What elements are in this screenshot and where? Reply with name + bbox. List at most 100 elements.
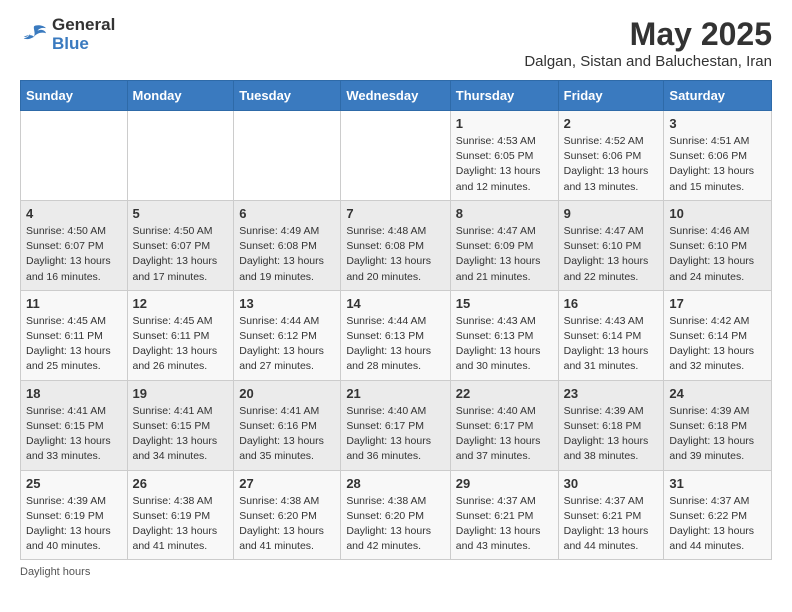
- calendar-cell: 7 Sunrise: 4:48 AM Sunset: 6:08 PM Daylig…: [341, 200, 450, 290]
- calendar-cell: 14Sunrise: 4:44 AM Sunset: 6:13 PM Dayli…: [341, 290, 450, 380]
- day-info: Sunrise: 4:39 AM Sunset: 6:18 PM Dayligh…: [564, 404, 659, 465]
- calendar-cell: 20 Sunrise: 4:41 AM Sunset: 6:16 PM Dayli…: [234, 380, 341, 470]
- day-number: 18: [26, 386, 122, 401]
- calendar-table: Sunday Monday Tuesday Wednesday Thursday…: [20, 80, 772, 560]
- day-number: 30: [564, 476, 659, 491]
- calendar-cell: 31 Sunrise: 4:37 AM Sunset: 6:22 PM Dayli…: [664, 470, 772, 560]
- day-info: Sunrise: 4:43 AM Sunset: 6:14 PM Dayligh…: [564, 314, 659, 375]
- calendar-cell: 17Sunrise: 4:42 AM Sunset: 6:14 PM Dayli…: [664, 290, 772, 380]
- footer-note: Daylight hours: [20, 566, 772, 578]
- day-info: Sunrise: 4:52 AM Sunset: 6:06 PM Dayligh…: [564, 134, 659, 195]
- day-number: 29: [456, 476, 553, 491]
- calendar-cell: 8 Sunrise: 4:47 AM Sunset: 6:09 PM Daylig…: [450, 200, 558, 290]
- calendar-cell: 3Sunrise: 4:51 AM Sunset: 6:06 PM Daylig…: [664, 111, 772, 201]
- day-number: 24: [669, 386, 766, 401]
- calendar-cell: [127, 111, 234, 201]
- calendar-week-row: 25Sunrise: 4:39 AM Sunset: 6:19 PM Dayli…: [21, 470, 772, 560]
- calendar-week-row: 1 Sunrise: 4:53 AM Sunset: 6:05 PM Daylig…: [21, 111, 772, 201]
- day-number: 12: [133, 296, 229, 311]
- calendar-cell: [21, 111, 128, 201]
- calendar-cell: 2 Sunrise: 4:52 AM Sunset: 6:06 PM Daylig…: [558, 111, 664, 201]
- header-tuesday: Tuesday: [234, 81, 341, 111]
- calendar-week-row: 4 Sunrise: 4:50 AM Sunset: 6:07 PM Daylig…: [21, 200, 772, 290]
- day-number: 31: [669, 476, 766, 491]
- day-info: Sunrise: 4:47 AM Sunset: 6:10 PM Dayligh…: [564, 224, 659, 285]
- day-info: Sunrise: 4:41 AM Sunset: 6:15 PM Dayligh…: [26, 404, 122, 465]
- day-info: Sunrise: 4:44 AM Sunset: 6:12 PM Dayligh…: [239, 314, 335, 375]
- day-number: 19: [133, 386, 229, 401]
- calendar-week-row: 18 Sunrise: 4:41 AM Sunset: 6:15 PM Dayli…: [21, 380, 772, 470]
- day-number: 26: [133, 476, 229, 491]
- day-info: Sunrise: 4:42 AM Sunset: 6:14 PM Dayligh…: [669, 314, 766, 375]
- day-info: Sunrise: 4:40 AM Sunset: 6:17 PM Dayligh…: [456, 404, 553, 465]
- calendar-cell: 6Sunrise: 4:49 AM Sunset: 6:08 PM Daylig…: [234, 200, 341, 290]
- day-number: 8: [456, 206, 553, 221]
- calendar-cell: 13 Sunrise: 4:44 AM Sunset: 6:12 PM Dayli…: [234, 290, 341, 380]
- calendar-cell: 22 Sunrise: 4:40 AM Sunset: 6:17 PM Dayli…: [450, 380, 558, 470]
- logo: General Blue: [20, 16, 115, 53]
- calendar-header-row: Sunday Monday Tuesday Wednesday Thursday…: [21, 81, 772, 111]
- header-monday: Monday: [127, 81, 234, 111]
- day-number: 4: [26, 206, 122, 221]
- day-info: Sunrise: 4:45 AM Sunset: 6:11 PM Dayligh…: [133, 314, 229, 375]
- day-number: 23: [564, 386, 659, 401]
- header-thursday: Thursday: [450, 81, 558, 111]
- day-info: Sunrise: 4:40 AM Sunset: 6:17 PM Dayligh…: [346, 404, 444, 465]
- day-info: Sunrise: 4:50 AM Sunset: 6:07 PM Dayligh…: [133, 224, 229, 285]
- day-info: Sunrise: 4:38 AM Sunset: 6:19 PM Dayligh…: [133, 494, 229, 555]
- logo-icon: [20, 23, 48, 47]
- day-number: 1: [456, 116, 553, 131]
- calendar-cell: 5 Sunrise: 4:50 AM Sunset: 6:07 PM Daylig…: [127, 200, 234, 290]
- day-number: 7: [346, 206, 444, 221]
- day-number: 6: [239, 206, 335, 221]
- calendar-cell: 28 Sunrise: 4:38 AM Sunset: 6:20 PM Dayli…: [341, 470, 450, 560]
- month-year-title: May 2025: [524, 16, 772, 53]
- calendar-cell: 24Sunrise: 4:39 AM Sunset: 6:18 PM Dayli…: [664, 380, 772, 470]
- day-number: 28: [346, 476, 444, 491]
- day-info: Sunrise: 4:46 AM Sunset: 6:10 PM Dayligh…: [669, 224, 766, 285]
- calendar-cell: 18 Sunrise: 4:41 AM Sunset: 6:15 PM Dayli…: [21, 380, 128, 470]
- day-number: 22: [456, 386, 553, 401]
- logo-text-line2: Blue: [52, 35, 115, 54]
- day-info: Sunrise: 4:53 AM Sunset: 6:05 PM Dayligh…: [456, 134, 553, 195]
- calendar-cell: 30 Sunrise: 4:37 AM Sunset: 6:21 PM Dayli…: [558, 470, 664, 560]
- calendar-cell: 23 Sunrise: 4:39 AM Sunset: 6:18 PM Dayli…: [558, 380, 664, 470]
- calendar-cell: [341, 111, 450, 201]
- day-number: 2: [564, 116, 659, 131]
- day-info: Sunrise: 4:37 AM Sunset: 6:22 PM Dayligh…: [669, 494, 766, 555]
- day-number: 5: [133, 206, 229, 221]
- day-number: 16: [564, 296, 659, 311]
- day-info: Sunrise: 4:38 AM Sunset: 6:20 PM Dayligh…: [346, 494, 444, 555]
- day-info: Sunrise: 4:41 AM Sunset: 6:16 PM Dayligh…: [239, 404, 335, 465]
- calendar-cell: 27 Sunrise: 4:38 AM Sunset: 6:20 PM Dayli…: [234, 470, 341, 560]
- calendar-cell: 11 Sunrise: 4:45 AM Sunset: 6:11 PM Dayli…: [21, 290, 128, 380]
- day-number: 11: [26, 296, 122, 311]
- calendar-cell: 4Sunrise: 4:50 AM Sunset: 6:07 PM Daylig…: [21, 200, 128, 290]
- location-subtitle: Dalgan, Sistan and Baluchestan, Iran: [524, 53, 772, 70]
- day-info: Sunrise: 4:44 AM Sunset: 6:13 PM Dayligh…: [346, 314, 444, 375]
- header-friday: Friday: [558, 81, 664, 111]
- header-wednesday: Wednesday: [341, 81, 450, 111]
- day-number: 27: [239, 476, 335, 491]
- day-info: Sunrise: 4:38 AM Sunset: 6:20 PM Dayligh…: [239, 494, 335, 555]
- day-number: 9: [564, 206, 659, 221]
- day-info: Sunrise: 4:47 AM Sunset: 6:09 PM Dayligh…: [456, 224, 553, 285]
- day-number: 15: [456, 296, 553, 311]
- day-info: Sunrise: 4:41 AM Sunset: 6:15 PM Dayligh…: [133, 404, 229, 465]
- day-info: Sunrise: 4:51 AM Sunset: 6:06 PM Dayligh…: [669, 134, 766, 195]
- calendar-cell: 9 Sunrise: 4:47 AM Sunset: 6:10 PM Daylig…: [558, 200, 664, 290]
- page-header: General Blue May 2025 Dalgan, Sistan and…: [20, 16, 772, 70]
- day-info: Sunrise: 4:45 AM Sunset: 6:11 PM Dayligh…: [26, 314, 122, 375]
- calendar-cell: 29Sunrise: 4:37 AM Sunset: 6:21 PM Dayli…: [450, 470, 558, 560]
- title-area: May 2025 Dalgan, Sistan and Baluchestan,…: [524, 16, 772, 70]
- day-number: 13: [239, 296, 335, 311]
- day-info: Sunrise: 4:37 AM Sunset: 6:21 PM Dayligh…: [564, 494, 659, 555]
- day-info: Sunrise: 4:39 AM Sunset: 6:19 PM Dayligh…: [26, 494, 122, 555]
- header-sunday: Sunday: [21, 81, 128, 111]
- calendar-cell: [234, 111, 341, 201]
- day-number: 20: [239, 386, 335, 401]
- day-info: Sunrise: 4:48 AM Sunset: 6:08 PM Dayligh…: [346, 224, 444, 285]
- calendar-cell: 16 Sunrise: 4:43 AM Sunset: 6:14 PM Dayli…: [558, 290, 664, 380]
- calendar-week-row: 11 Sunrise: 4:45 AM Sunset: 6:11 PM Dayli…: [21, 290, 772, 380]
- day-info: Sunrise: 4:43 AM Sunset: 6:13 PM Dayligh…: [456, 314, 553, 375]
